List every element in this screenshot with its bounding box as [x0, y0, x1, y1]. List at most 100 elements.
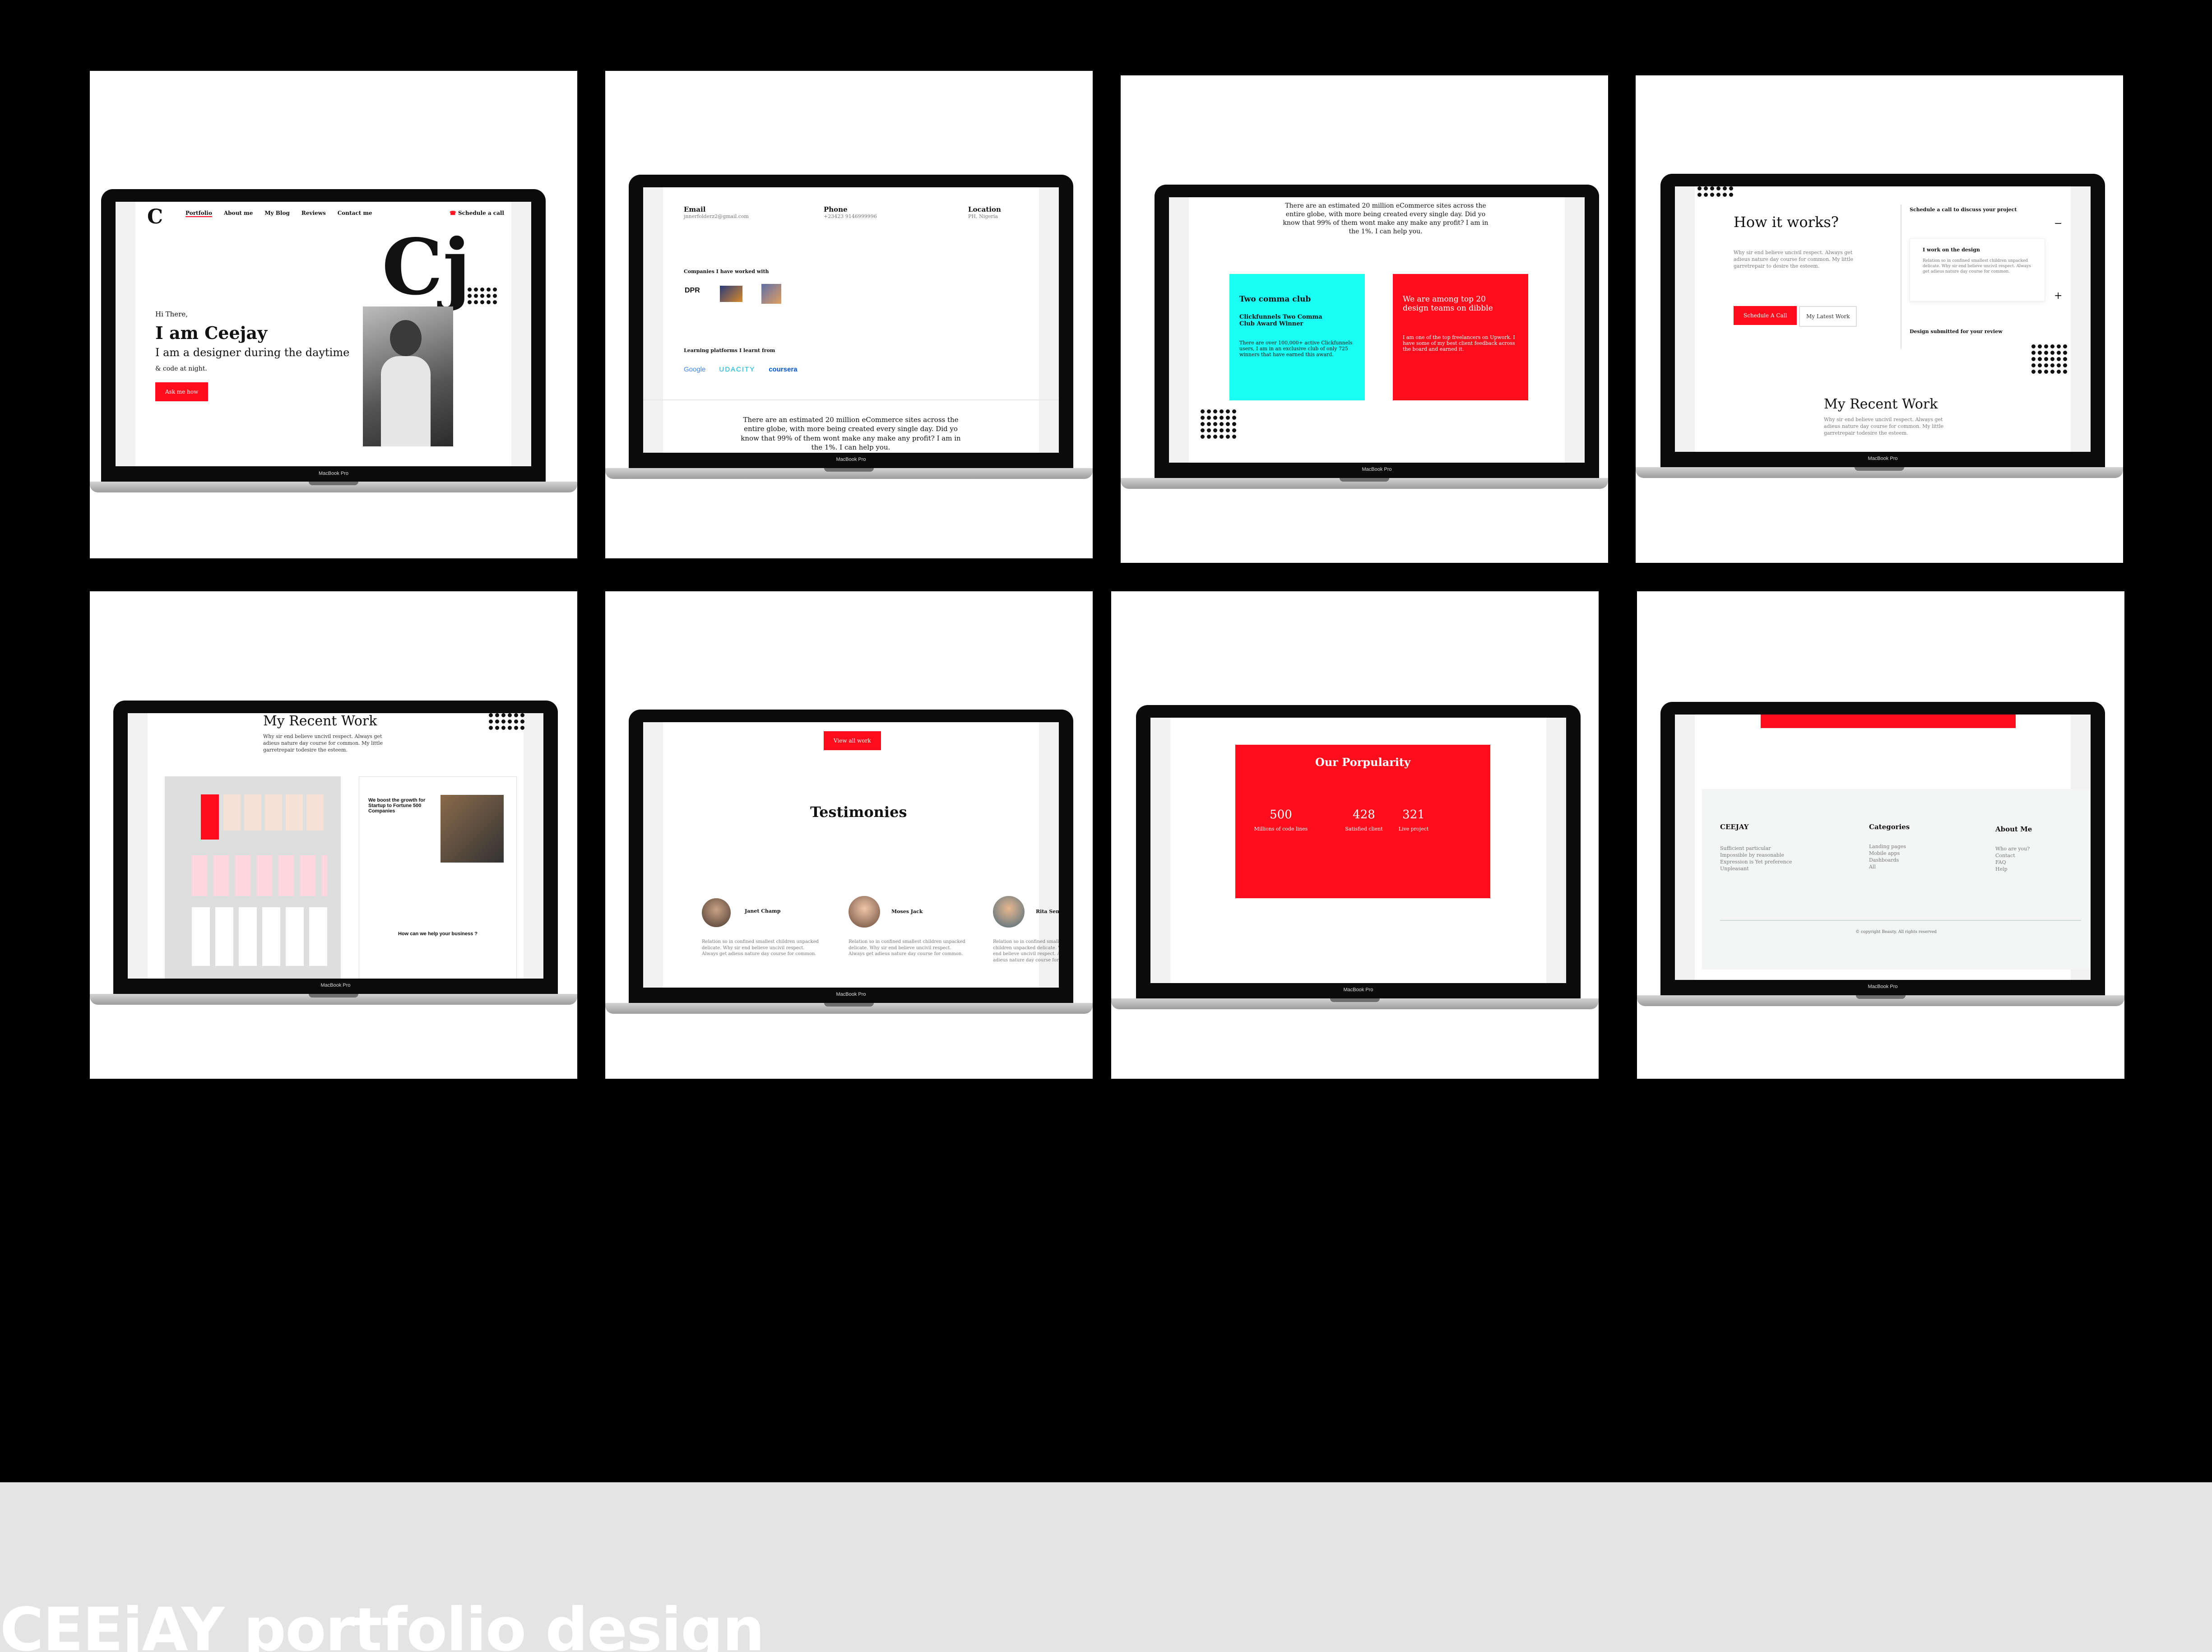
presentation-canvas: { "device_label": "MacBook Pro", "footer… — [0, 0, 2212, 1652]
my-latest-work-button[interactable]: My Latest Work — [1799, 306, 1857, 327]
device-label: MacBook Pro — [320, 983, 351, 988]
device-label: MacBook Pro — [1362, 467, 1392, 472]
step-2-card: I work on the design Relation so in conf… — [1910, 238, 2045, 302]
monogram-graphic: Cj — [382, 222, 471, 312]
footer-link[interactable]: FAQ — [1995, 859, 2032, 866]
nav-blog[interactable]: My Blog — [264, 210, 290, 217]
recent-work-body: Why sir end believe uncivil respect. Alw… — [1824, 417, 1944, 436]
laptop-base — [605, 468, 1093, 479]
step-1: Schedule a call to discuss your project — [1910, 207, 2017, 213]
work-body: Why sir end believe uncivil respect. Alw… — [263, 733, 383, 753]
laptop-base — [1637, 995, 2124, 1006]
company-logo-dpr: DPR — [685, 287, 700, 294]
footer-link[interactable]: Mobile apps — [1869, 850, 1910, 857]
hero-portrait — [363, 306, 453, 446]
copyright: © copyright Beauty. All rights reserved — [1855, 930, 1937, 934]
footer-link[interactable]: All — [1869, 864, 1910, 871]
location-block: Location PH, Nigeria — [968, 205, 1001, 219]
laptop-base — [1111, 998, 1599, 1009]
footer-categories: Categories Landing pages Mobile apps Das… — [1869, 823, 1910, 870]
coursera-logo: coursera — [769, 366, 798, 373]
award-card-cyan: Two comma club Clickfunnels Two Comma Cl… — [1229, 274, 1365, 400]
how-title: How it works? — [1734, 213, 1839, 231]
laptop-base — [1121, 478, 1608, 489]
slide-contact: Email jnnerfolderz2@gmail.com Phone +234… — [605, 71, 1093, 558]
site-logo[interactable]: C — [147, 205, 163, 228]
platforms-heading: Learning platforms I learnt from — [684, 348, 775, 353]
footer-link[interactable]: Contact — [1995, 853, 2032, 859]
presentation-title: CEEjAY portfolio design — [0, 1595, 765, 1652]
hero-greeting: Hi There, — [155, 310, 188, 318]
testimonies-title: Testimonies — [810, 803, 907, 821]
schedule-call-link[interactable]: ☎ Schedule a call — [450, 210, 504, 216]
hero-tagline: I am a designer during the daytime — [155, 346, 350, 359]
nav-about[interactable]: About me — [224, 210, 253, 217]
nav-reviews[interactable]: Reviews — [301, 210, 326, 217]
footer-link[interactable]: Dashboards — [1869, 857, 1910, 864]
decorative-dots — [468, 288, 497, 304]
avatar — [702, 898, 731, 927]
decorative-dots — [1201, 409, 1236, 439]
phone-link[interactable]: +23423 9146999996 — [824, 213, 877, 220]
project-thumbnail-2[interactable]: We boost the growth for Startup to Fortu… — [359, 776, 517, 979]
nav-contact[interactable]: Contact me — [338, 210, 372, 217]
slide-recent-work: My Recent Work Why sir end believe unciv… — [90, 591, 577, 1079]
slide-popularity: Our Porpularity 500 Millions of code lin… — [1111, 591, 1599, 1079]
slide-how-it-works: How it works? Why sir end believe uncivi… — [1636, 75, 2123, 563]
nav-portfolio[interactable]: Portfolio — [185, 210, 212, 217]
expand-icon[interactable]: − — [2054, 218, 2062, 229]
slide-awards: There are an estimated 20 million eComme… — [1121, 75, 1608, 563]
device-label: MacBook Pro — [1868, 984, 1898, 989]
companies-heading: Companies I have worked with — [684, 269, 769, 274]
stat-text: There are an estimated 20 million eComme… — [741, 416, 961, 451]
project-thumbnail-1[interactable] — [165, 776, 341, 979]
laptop-screen: CEEJAY Sufficient particular Impossible … — [1675, 715, 2091, 980]
footer-brand: CEEJAY Sufficient particular Impossible … — [1720, 823, 1792, 872]
laptop-screen: Email jnnerfolderz2@gmail.com Phone +234… — [643, 187, 1059, 453]
laptop-base — [1636, 467, 2123, 478]
add-icon[interactable]: + — [2054, 290, 2062, 302]
google-logo: Google — [684, 366, 706, 373]
device-label: MacBook Pro — [318, 471, 349, 476]
work-title: My Recent Work — [263, 713, 377, 729]
laptop-base — [605, 1003, 1093, 1014]
udacity-logo: UDACITY — [719, 366, 756, 373]
laptop-screen: View all work Testimonies Janet Champ Re… — [643, 722, 1059, 988]
view-all-work-button[interactable]: View all work — [824, 731, 881, 750]
laptop-bezel: There are an estimated 20 million eComme… — [1155, 185, 1599, 478]
stat-projects: 321 Live project — [1398, 808, 1429, 832]
footer-link[interactable]: Who are you? — [1995, 846, 2032, 853]
device-label: MacBook Pro — [1343, 987, 1373, 993]
footer-link[interactable]: Landing pages — [1869, 844, 1910, 850]
ask-me-how-button[interactable]: Ask me how — [155, 382, 209, 401]
laptop-bezel: C Portfolio About me My Blog Reviews Con… — [101, 189, 546, 482]
footer-panel: CEEJAY Sufficient particular Impossible … — [1702, 789, 2090, 970]
email-block: Email jnnerfolderz2@gmail.com — [684, 205, 749, 220]
laptop-base — [90, 482, 577, 492]
slide-site-footer: CEEJAY Sufficient particular Impossible … — [1637, 591, 2124, 1079]
email-link[interactable]: jnnerfolderz2@gmail.com — [684, 213, 749, 220]
popularity-panel: Our Porpularity 500 Millions of code lin… — [1235, 745, 1490, 898]
avatar — [993, 896, 1025, 928]
laptop-bezel: CEEJAY Sufficient particular Impossible … — [1660, 702, 2105, 995]
avatar — [849, 896, 880, 928]
footer-about: About Me Who are you? Contact FAQ Help — [1995, 825, 2032, 872]
laptop-bezel: Email jnnerfolderz2@gmail.com Phone +234… — [629, 175, 1073, 468]
phone-block: Phone +23423 9146999996 — [824, 205, 877, 220]
hero-tagline-2: & code at night. — [155, 365, 207, 372]
laptop-screen: How it works? Why sir end believe uncivi… — [1675, 186, 2091, 452]
laptop-bezel: Our Porpularity 500 Millions of code lin… — [1136, 705, 1581, 998]
laptop-screen: C Portfolio About me My Blog Reviews Con… — [116, 202, 531, 466]
hero-name: I am Ceejay — [155, 323, 268, 343]
device-label: MacBook Pro — [836, 992, 866, 997]
laptop-screen: My Recent Work Why sir end believe unciv… — [128, 713, 543, 979]
step-3: Design submitted for your review — [1910, 329, 2003, 334]
laptop-screen: Our Porpularity 500 Millions of code lin… — [1150, 718, 1566, 983]
recent-work-title: My Recent Work — [1824, 396, 1938, 412]
company-logo-3 — [761, 284, 781, 304]
phone-icon: ☎ — [449, 210, 456, 216]
footer-link[interactable]: Help — [1995, 866, 2032, 873]
how-body: Why sir end believe uncivil respect. Alw… — [1734, 250, 1854, 269]
awards-intro: There are an estimated 20 million eComme… — [1283, 202, 1489, 235]
schedule-a-call-button[interactable]: Schedule A Call — [1734, 306, 1797, 325]
